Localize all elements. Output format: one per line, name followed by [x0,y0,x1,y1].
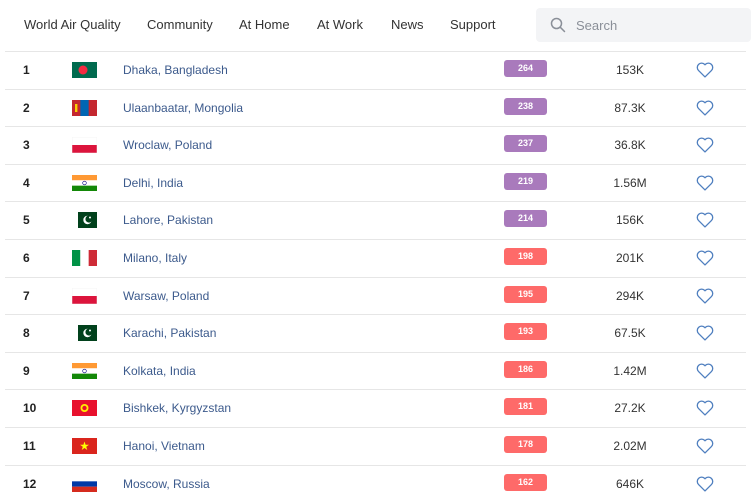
aqi-badge: 264 [504,60,547,77]
city-ranking-table: 1 Dhaka, Bangladesh 264 153K 2 Ulaanbaatar, M… [5,51,746,500]
russia-flag-icon [72,475,97,492]
heart-icon[interactable] [696,62,714,83]
rank-number: 10 [23,401,37,416]
followers-count: 646K [615,476,645,491]
aqi-badge: 237 [504,135,547,153]
followers-count: 67.5K [614,326,646,341]
aqi-badge: 193 [504,323,547,341]
city-link[interactable]: Kolkata, India [123,364,196,378]
aqi-badge: 214 [504,210,547,228]
heart-icon[interactable] [696,363,714,384]
pakistan-flag-icon [72,325,97,342]
search-box[interactable] [536,8,751,42]
table-row[interactable]: 8 Karachi, Pakistan 193 67.5K [5,314,746,352]
rank-number: 9 [23,363,30,378]
india-flag-icon [72,362,97,379]
aqi-badge: 178 [504,435,547,453]
heart-icon[interactable] [696,438,714,459]
table-row[interactable]: 12 Moscow, Russia 162 646K [5,464,746,500]
city-link[interactable]: Karachi, Pakistan [123,326,216,340]
city-link[interactable]: Moscow, Russia [123,477,210,491]
followers-count: 87.3K [614,100,646,115]
top-navigation: World Air Quality Community At Home At W… [0,0,751,50]
nav-world-air-quality[interactable]: World Air Quality [24,17,121,32]
heart-icon[interactable] [696,325,714,346]
city-link[interactable]: Dhaka, Bangladesh [123,63,228,77]
rank-number: 4 [23,175,30,190]
table-row[interactable]: 6 Milano, Italy 198 201K [5,238,746,277]
rank-number: 3 [23,138,30,153]
followers-count: 36.8K [614,138,646,153]
heart-icon[interactable] [696,175,714,196]
nav-support[interactable]: Support [450,17,496,32]
followers-count: 153K [615,63,645,77]
heart-icon[interactable] [696,250,714,271]
rank-number: 2 [23,100,30,115]
followers-count: 1.42M [613,363,647,378]
table-row[interactable]: 4 Delhi, India 219 1.56M [5,163,746,202]
table-row[interactable]: 7 Warsaw, Poland 195 294K [5,276,746,315]
followers-count: 2.02M [613,438,647,453]
bangladesh-flag-icon [72,62,97,78]
heart-icon[interactable] [696,137,714,158]
table-row[interactable]: 9 Kolkata, India 186 1.42M [5,351,746,390]
mongolia-flag-icon [72,99,97,116]
nav-community[interactable]: Community [147,17,213,32]
followers-count: 27.2K [614,401,646,416]
rank-number: 12 [23,476,37,491]
aqi-badge: 186 [504,360,547,378]
kyrgyzstan-flag-icon [72,400,97,417]
heart-icon[interactable] [696,476,714,497]
aqi-badge: 198 [504,247,547,265]
heart-icon[interactable] [696,400,714,421]
city-link[interactable]: Bishkek, Kyrgyzstan [123,401,231,415]
heart-icon[interactable] [696,212,714,233]
city-link[interactable]: Ulaanbaatar, Mongolia [123,101,243,115]
nav-at-home[interactable]: At Home [239,17,290,32]
city-link[interactable]: Wroclaw, Poland [123,138,212,152]
rank-number: 5 [23,213,30,228]
india-flag-icon [72,174,97,191]
search-icon [550,17,566,33]
rank-number: 11 [23,438,36,453]
followers-count: 156K [615,213,645,228]
rank-number: 6 [23,250,30,265]
vietnam-flag-icon [72,437,97,454]
rank-number: 1 [23,63,30,77]
heart-icon[interactable] [696,100,714,121]
table-row[interactable]: 1 Dhaka, Bangladesh 264 153K [5,51,746,89]
aqi-badge: 238 [504,97,547,115]
aqi-badge: 219 [504,172,547,190]
table-row[interactable]: 5 Lahore, Pakistan 214 156K [5,201,746,239]
heart-icon[interactable] [696,288,714,309]
pakistan-flag-icon [72,212,97,229]
aqi-badge: 195 [504,285,547,303]
aqi-badge: 181 [504,398,547,416]
poland-flag-icon [72,287,97,304]
city-link[interactable]: Delhi, India [123,176,183,190]
table-row[interactable]: 2 Ulaanbaatar, Mongolia 238 87.3K [5,88,746,127]
city-link[interactable]: Warsaw, Poland [123,289,209,303]
table-row[interactable]: 10 Bishkek, Kyrgyzstan 181 27.2K [5,389,746,427]
nav-at-work[interactable]: At Work [317,17,363,32]
search-input[interactable] [576,8,746,42]
table-row[interactable]: 3 Wroclaw, Poland 237 36.8K [5,126,746,164]
followers-count: 294K [615,288,645,303]
followers-count: 201K [615,250,645,265]
table-row[interactable]: 11 Hanoi, Vietnam 178 2.02M [5,426,746,465]
italy-flag-icon [72,249,97,266]
city-link[interactable]: Hanoi, Vietnam [123,439,205,453]
poland-flag-icon [72,137,97,154]
followers-count: 1.56M [613,175,647,190]
city-link[interactable]: Milano, Italy [123,251,187,265]
aqi-badge: 162 [504,473,547,491]
city-link[interactable]: Lahore, Pakistan [123,213,213,227]
rank-number: 7 [23,288,30,303]
nav-news[interactable]: News [391,17,424,32]
rank-number: 8 [23,326,30,341]
